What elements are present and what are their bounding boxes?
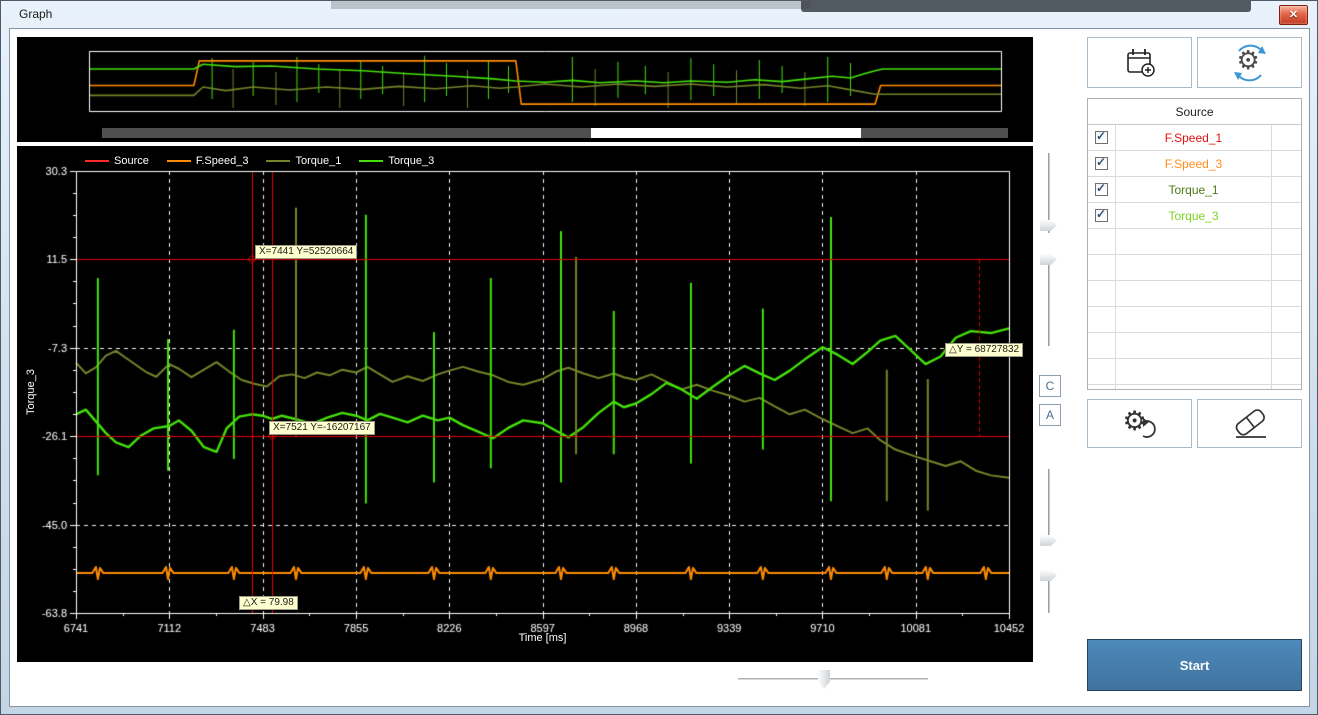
table-row[interactable]: F.Speed_3: [1088, 151, 1301, 177]
close-icon: ✕: [1289, 10, 1298, 21]
legend-item: F.Speed_3: [167, 155, 249, 167]
eraser-icon: [1228, 404, 1272, 444]
row-checkbox[interactable]: [1095, 131, 1108, 144]
calendar-add-icon: [1121, 44, 1159, 82]
legend-item-label: Source: [114, 155, 149, 167]
table-row-empty: [1088, 359, 1301, 385]
legend-item-label: Torque_1: [295, 155, 341, 167]
x-pan-slider-track[interactable]: [738, 678, 928, 680]
overview-chart-panel: [17, 37, 1033, 142]
table-row[interactable]: F.Speed_1: [1088, 125, 1301, 151]
row-label: Torque_3: [1168, 209, 1218, 223]
y-zoom-slider-track-4[interactable]: [1048, 576, 1050, 613]
background-artifact: [331, 1, 811, 9]
source-table: Source F.Speed_1 F.Speed_3 Torque_1 Torque_…: [1087, 98, 1302, 390]
y-axis-title: Torque_3: [25, 369, 37, 415]
main-chart-panel: Source F.Speed_3 Torque_1 Torque_3 Torque_3…: [17, 146, 1033, 662]
c-button[interactable]: C: [1039, 375, 1061, 397]
close-button[interactable]: ✕: [1279, 5, 1308, 25]
legend-item-label: Torque_3: [388, 155, 434, 167]
settings-run-button[interactable]: ⚙: [1087, 399, 1192, 448]
legend-swatch: [85, 160, 109, 162]
row-checkbox[interactable]: [1095, 183, 1108, 196]
table-row[interactable]: Torque_3: [1088, 203, 1301, 229]
legend-swatch: [167, 160, 191, 162]
window-title: Graph: [19, 7, 52, 21]
chart-legend: Source F.Speed_3 Torque_1 Torque_3: [85, 155, 434, 167]
row-checkbox[interactable]: [1095, 209, 1108, 222]
overview-scrollbar-thumb[interactable]: [591, 128, 861, 138]
settings-run-icon: ⚙: [1119, 404, 1161, 444]
table-row[interactable]: Torque_1: [1088, 177, 1301, 203]
table-row-empty: [1088, 307, 1301, 333]
settings-sync-icon: ⚙: [1229, 42, 1271, 84]
legend-item-label: F.Speed_3: [196, 155, 249, 167]
cursor-tooltip-1: X=7441 Y=52520664: [255, 245, 357, 259]
table-row-empty: [1088, 255, 1301, 281]
table-row-empty: [1088, 281, 1301, 307]
overview-chart-canvas[interactable]: [17, 37, 1033, 142]
a-button[interactable]: A: [1039, 404, 1061, 426]
main-chart-canvas[interactable]: [17, 146, 1033, 662]
start-button[interactable]: Start: [1087, 639, 1302, 691]
graph-window: Graph ✕ Source F.Speed_3 Torque_1 Torque_3 …: [0, 0, 1318, 715]
legend-swatch: [359, 160, 383, 162]
y-zoom-slider-track-3[interactable]: [1048, 469, 1050, 541]
table-row-empty: [1088, 229, 1301, 255]
calendar-add-button[interactable]: [1087, 37, 1192, 88]
row-checkbox[interactable]: [1095, 157, 1108, 170]
background-artifact: [801, 1, 1251, 12]
row-label: Torque_1: [1168, 183, 1218, 197]
row-label: F.Speed_1: [1165, 131, 1222, 145]
source-table-body: F.Speed_1 F.Speed_3 Torque_1 Torque_3: [1088, 125, 1301, 390]
delta-y-tooltip: △Y = 68727832: [945, 343, 1023, 357]
overview-scrollbar[interactable]: [102, 128, 1008, 138]
eraser-button[interactable]: [1197, 399, 1302, 448]
row-label: F.Speed_3: [1165, 157, 1222, 171]
legend-item: Torque_1: [266, 155, 341, 167]
y-zoom-slider-track-2[interactable]: [1048, 259, 1050, 346]
table-row-empty: [1088, 333, 1301, 359]
table-row-empty: [1088, 385, 1301, 390]
settings-sync-button[interactable]: ⚙: [1197, 37, 1302, 88]
titlebar[interactable]: Graph ✕: [1, 1, 1317, 28]
delta-x-tooltip: △X = 79.98: [239, 596, 298, 610]
legend-item: Source: [85, 155, 149, 167]
legend-swatch: [266, 160, 290, 162]
x-axis-title: Time [ms]: [76, 632, 1009, 644]
cursor-tooltip-2: X=7521 Y=-16207167: [269, 421, 375, 435]
legend-item: Torque_3: [359, 155, 434, 167]
source-table-header: Source: [1088, 99, 1301, 125]
